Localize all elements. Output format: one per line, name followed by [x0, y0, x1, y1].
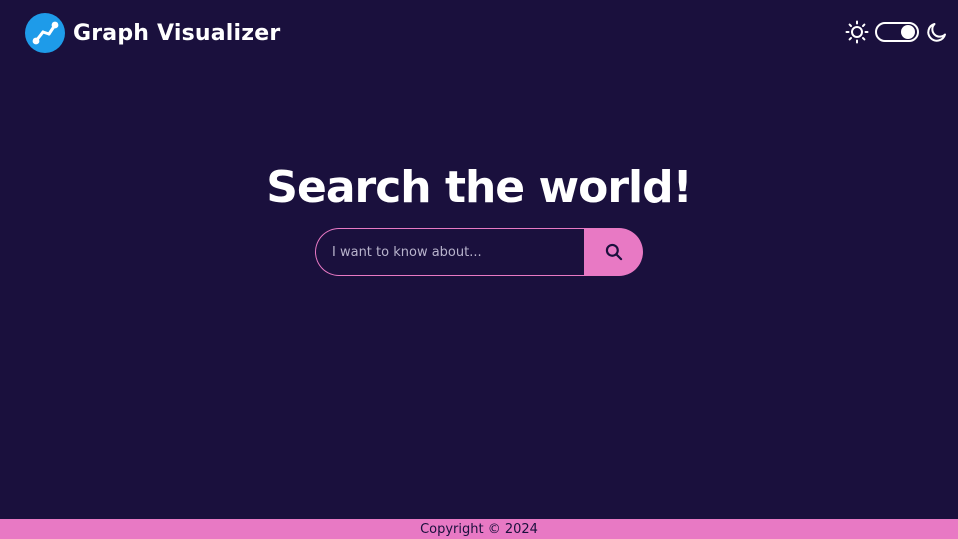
page: Graph Visualizer Search the world! I wan… — [0, 0, 958, 539]
search-input[interactable] — [315, 228, 584, 276]
hero-title: Search the world! — [266, 162, 692, 213]
footer: Copyright © 2024 — [0, 519, 958, 539]
brand-link[interactable]: Graph Visualizer — [25, 13, 280, 53]
theme-toggle — [845, 20, 949, 44]
app-title: Graph Visualizer — [73, 20, 281, 46]
copyright-text: Copyright © 2024 — [420, 522, 538, 537]
sun-icon — [845, 20, 869, 44]
graph-line-icon — [25, 13, 65, 53]
moon-icon — [925, 20, 949, 44]
theme-switch[interactable] — [875, 22, 919, 42]
search-icon — [604, 242, 624, 262]
search-form — [315, 228, 643, 276]
header: Graph Visualizer — [0, 0, 958, 66]
theme-switch-knob — [901, 25, 915, 39]
search-button[interactable] — [584, 228, 643, 276]
